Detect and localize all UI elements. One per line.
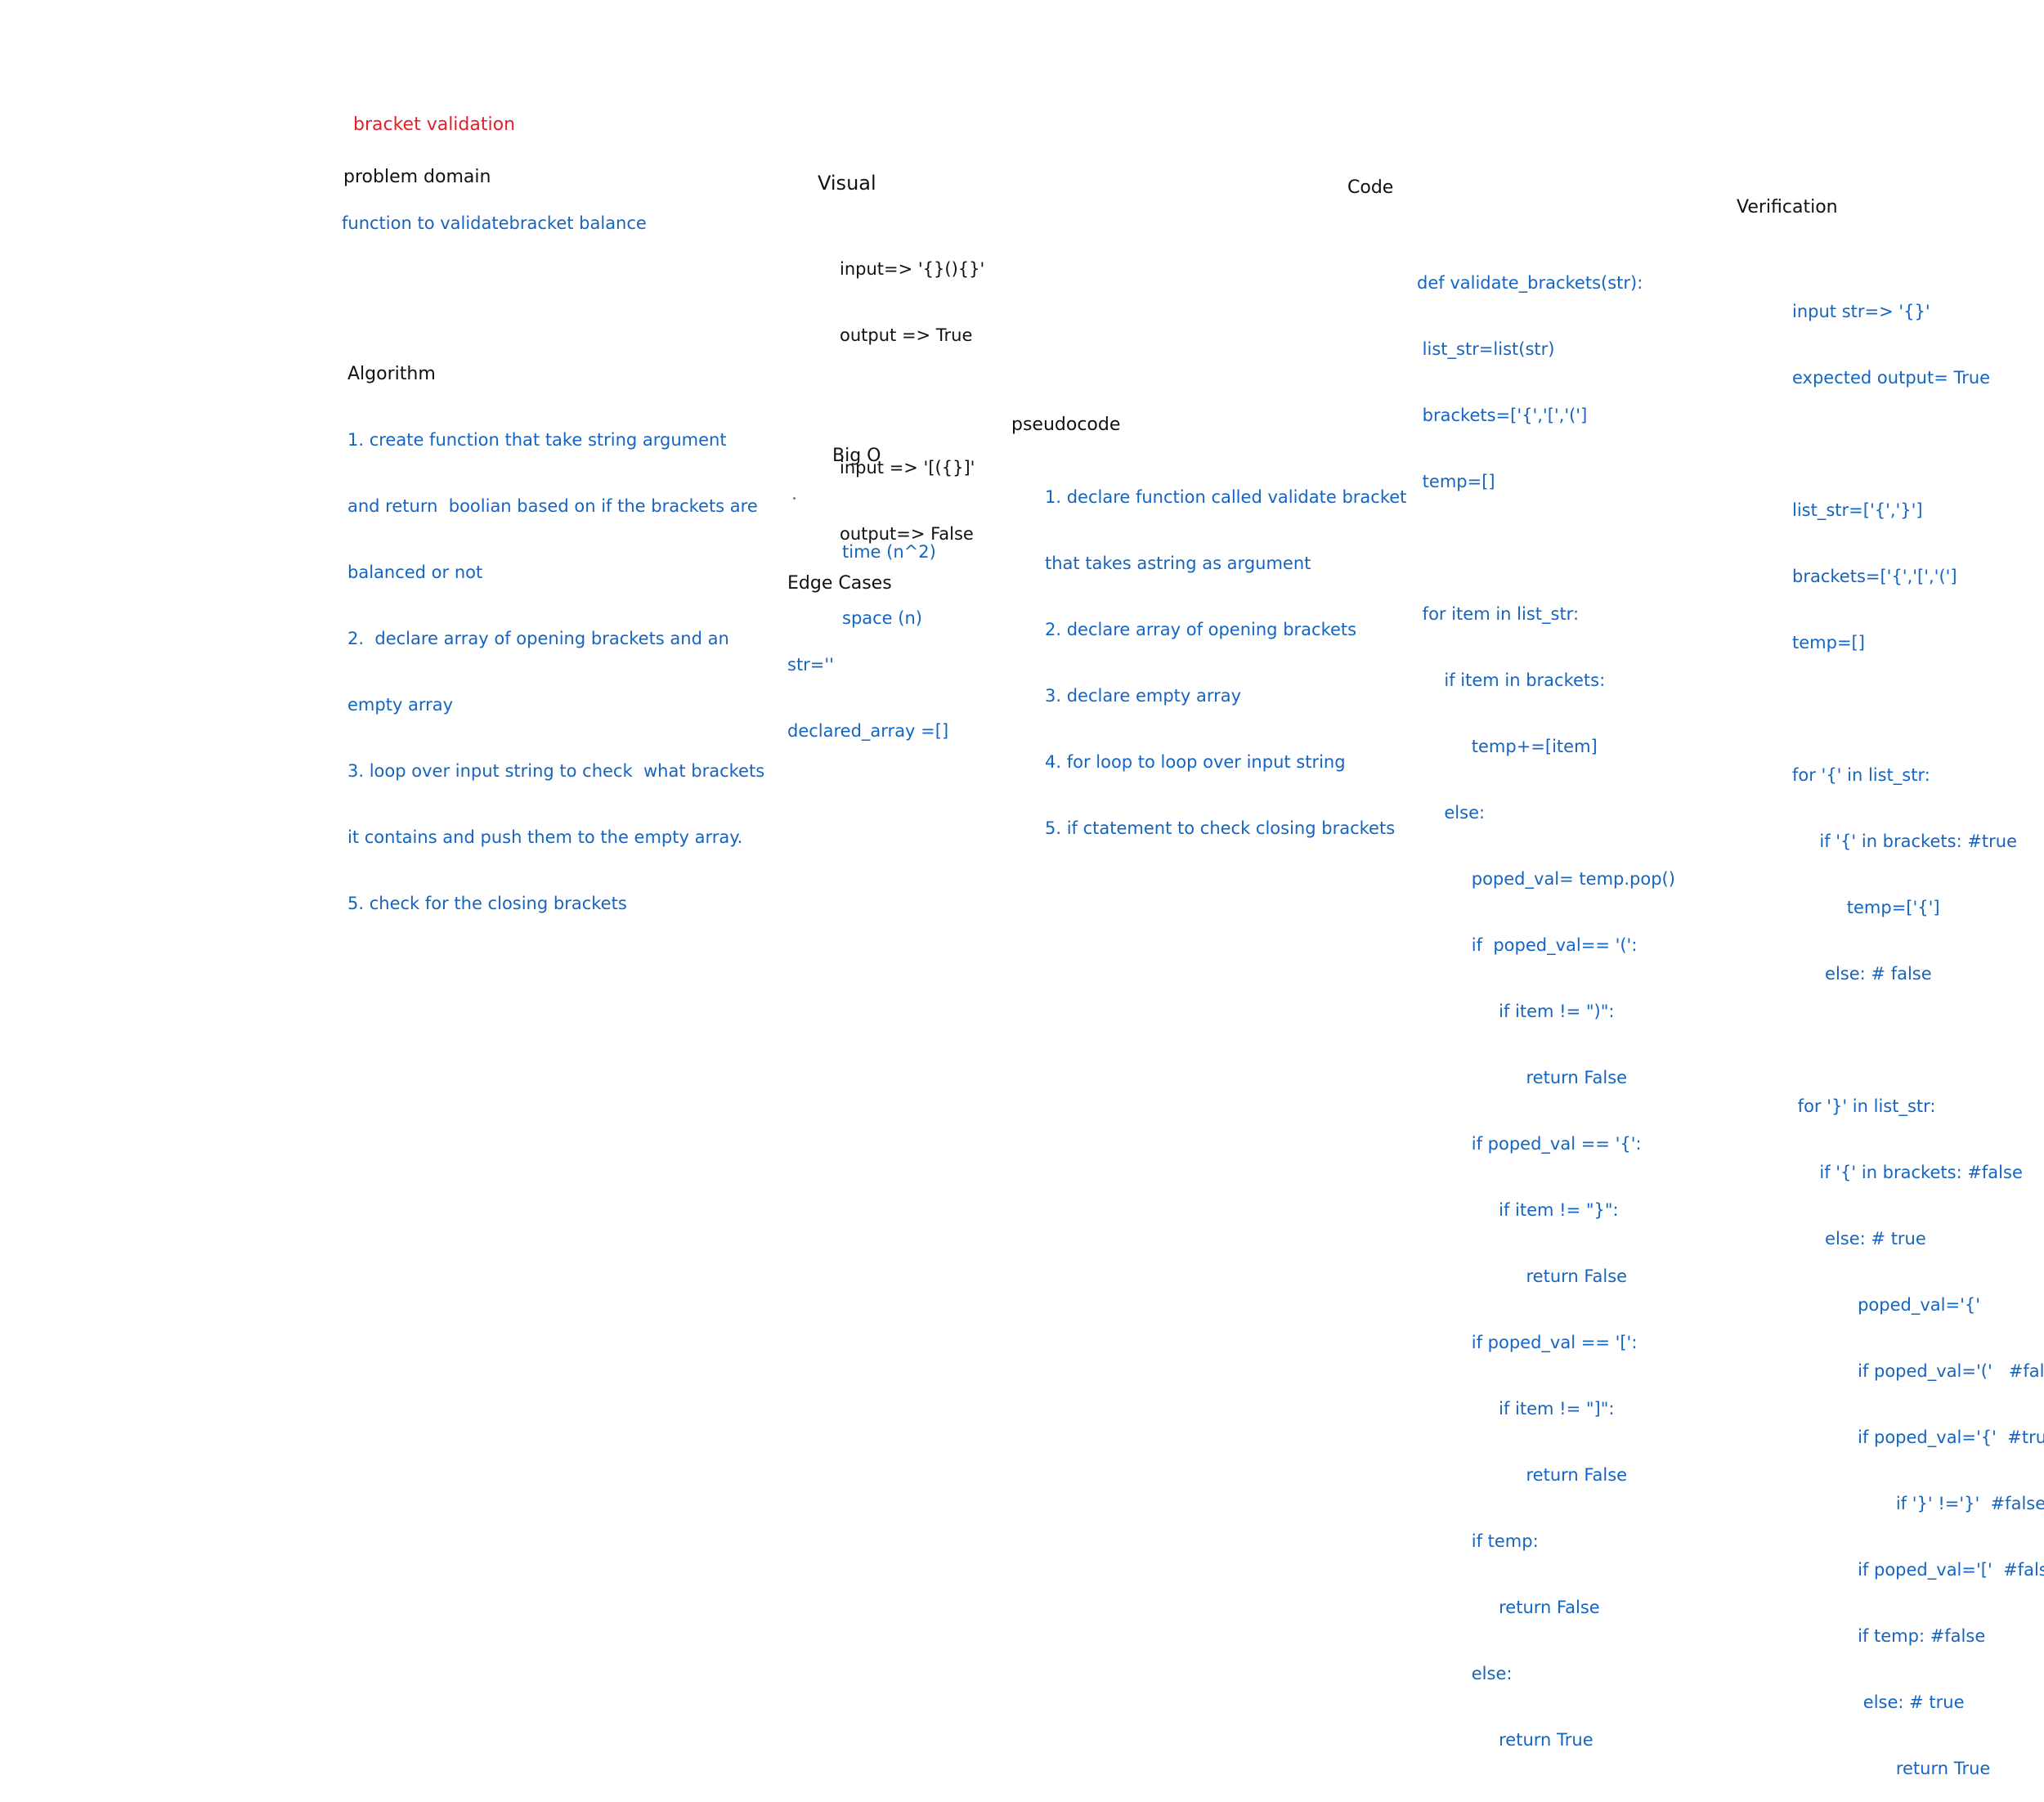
code-line: else: — [1417, 803, 1486, 823]
verification-line: return True — [1792, 1759, 1991, 1778]
edge-cases-heading: Edge Cases — [787, 573, 892, 594]
verification-line: poped_val='{' — [1792, 1295, 1980, 1315]
code-line: return False — [1417, 1598, 1600, 1617]
verification-line: if poped_val='{' #true — [1792, 1428, 2044, 1447]
verification-line: temp=['{'] — [1792, 898, 1940, 917]
code-line: else: — [1417, 1664, 1513, 1683]
pseudocode-heading: pseudocode — [1011, 415, 1121, 435]
verification-line: if poped_val='(' #false — [1792, 1361, 2044, 1381]
edge-case-line: str='' — [787, 655, 834, 675]
code-line: if temp: — [1417, 1531, 1539, 1551]
visual-line: input=> '{}(){}' — [840, 259, 985, 279]
stray-dot — [793, 497, 796, 500]
pseudocode-block: 1. declare function called validate brac… — [1045, 442, 1406, 862]
code-line: if item != ")": — [1417, 1002, 1615, 1021]
verification-line: ​ — [1792, 698, 2044, 720]
code-heading: Code — [1347, 177, 1394, 198]
code-line: return False — [1417, 1068, 1628, 1087]
pseudocode-line: that takes astring as argument — [1045, 554, 1311, 573]
verification-block: input str=> '{}' expected output= True ​… — [1792, 257, 2044, 1802]
verification-line: for '{' in list_str: — [1792, 765, 1930, 785]
code-line: for item in list_str: — [1417, 604, 1580, 624]
algorithm-heading: Algorithm — [347, 364, 436, 384]
code-line: temp=[] — [1417, 472, 1495, 491]
verification-line: ​ — [1792, 433, 2044, 455]
verification-line: for '}' in list_str: — [1792, 1096, 1936, 1116]
verification-line: ​ — [1792, 1029, 2044, 1051]
algorithm-line: 2. declare array of opening brackets and… — [347, 629, 729, 648]
code-line: return False — [1417, 1465, 1628, 1485]
verification-line: expected output= True — [1792, 368, 1991, 388]
code-line: return False — [1417, 1266, 1628, 1286]
code-line: def validate_brackets(str): — [1417, 273, 1643, 293]
verification-line: temp=[] — [1792, 633, 1865, 652]
visual-heading: Visual — [818, 172, 876, 195]
code-line: brackets=['{','[','('] — [1417, 406, 1588, 425]
code-line: if item in brackets: — [1417, 670, 1606, 690]
verification-line: input str=> '{}' — [1792, 302, 1930, 321]
algorithm-line: it contains and push them to the empty a… — [347, 827, 743, 847]
verification-heading: Verification — [1737, 197, 1838, 217]
pseudocode-line: 5. if ctatement to check closing bracket… — [1045, 818, 1396, 838]
code-line: temp+=[item] — [1417, 737, 1598, 756]
big-o-heading: Big O — [832, 446, 881, 466]
verification-line: else: # true — [1792, 1692, 1965, 1712]
algorithm-line: 3. loop over input string to check what … — [347, 761, 765, 781]
verification-line: else: # false — [1792, 964, 1932, 984]
code-line: return True — [1417, 1730, 1594, 1750]
code-line: if item != "}": — [1417, 1200, 1619, 1220]
big-o-line: time (n^2) — [842, 542, 936, 562]
verification-line: else: # true — [1792, 1229, 1926, 1248]
visual-line: ​ — [840, 391, 984, 413]
problem-domain-heading: problem domain — [343, 167, 491, 187]
verification-line: if temp: #false — [1792, 1626, 1986, 1646]
pseudocode-line: 3. declare empty array — [1045, 686, 1242, 706]
code-line: poped_val= temp.pop() — [1417, 869, 1675, 889]
code-line: if item != "]": — [1417, 1399, 1615, 1419]
code-line: list_str=list(str) — [1417, 339, 1555, 359]
code-line: if poped_val== '(': — [1417, 935, 1638, 955]
problem-domain-text: function to validatebracket balance — [342, 213, 647, 233]
algorithm-line: and return boolian based on if the brack… — [347, 496, 758, 516]
edge-case-line: declared_array =[] — [787, 721, 949, 741]
code-block: def validate_brackets(str): list_str=lis… — [1417, 228, 1675, 1773]
verification-line: brackets=['{','[','('] — [1792, 567, 1957, 586]
pseudocode-line: 2. declare array of opening brackets — [1045, 620, 1357, 639]
code-line: if poped_val == '{': — [1417, 1134, 1642, 1154]
code-line: ​ — [1417, 537, 1675, 559]
verification-line: if '{' in brackets: #true — [1792, 832, 2018, 851]
verification-line: list_str=['{','}'] — [1792, 500, 1923, 520]
verification-line: if '}' !='}' #false — [1792, 1494, 2044, 1513]
visual-line: output => True — [840, 325, 973, 345]
verification-line: if poped_val='[' #false — [1792, 1560, 2044, 1580]
verification-line: if '{' in brackets: #false — [1792, 1163, 2023, 1182]
algorithm-line: balanced or not — [347, 563, 483, 582]
code-line: if poped_val == '[': — [1417, 1333, 1638, 1352]
algorithm-block: 1. create function that take string argu… — [347, 385, 764, 937]
algorithm-line: 5. check for the closing brackets — [347, 894, 627, 913]
pseudocode-line: 1. declare function called validate brac… — [1045, 487, 1407, 507]
pseudocode-line: 4. for loop to loop over input string — [1045, 752, 1346, 772]
algorithm-line: 1. create function that take string argu… — [347, 430, 727, 450]
page-title: bracket validation — [353, 114, 516, 135]
algorithm-line: empty array — [347, 695, 454, 715]
edge-cases-block: str='' declared_array =[] — [787, 610, 948, 764]
